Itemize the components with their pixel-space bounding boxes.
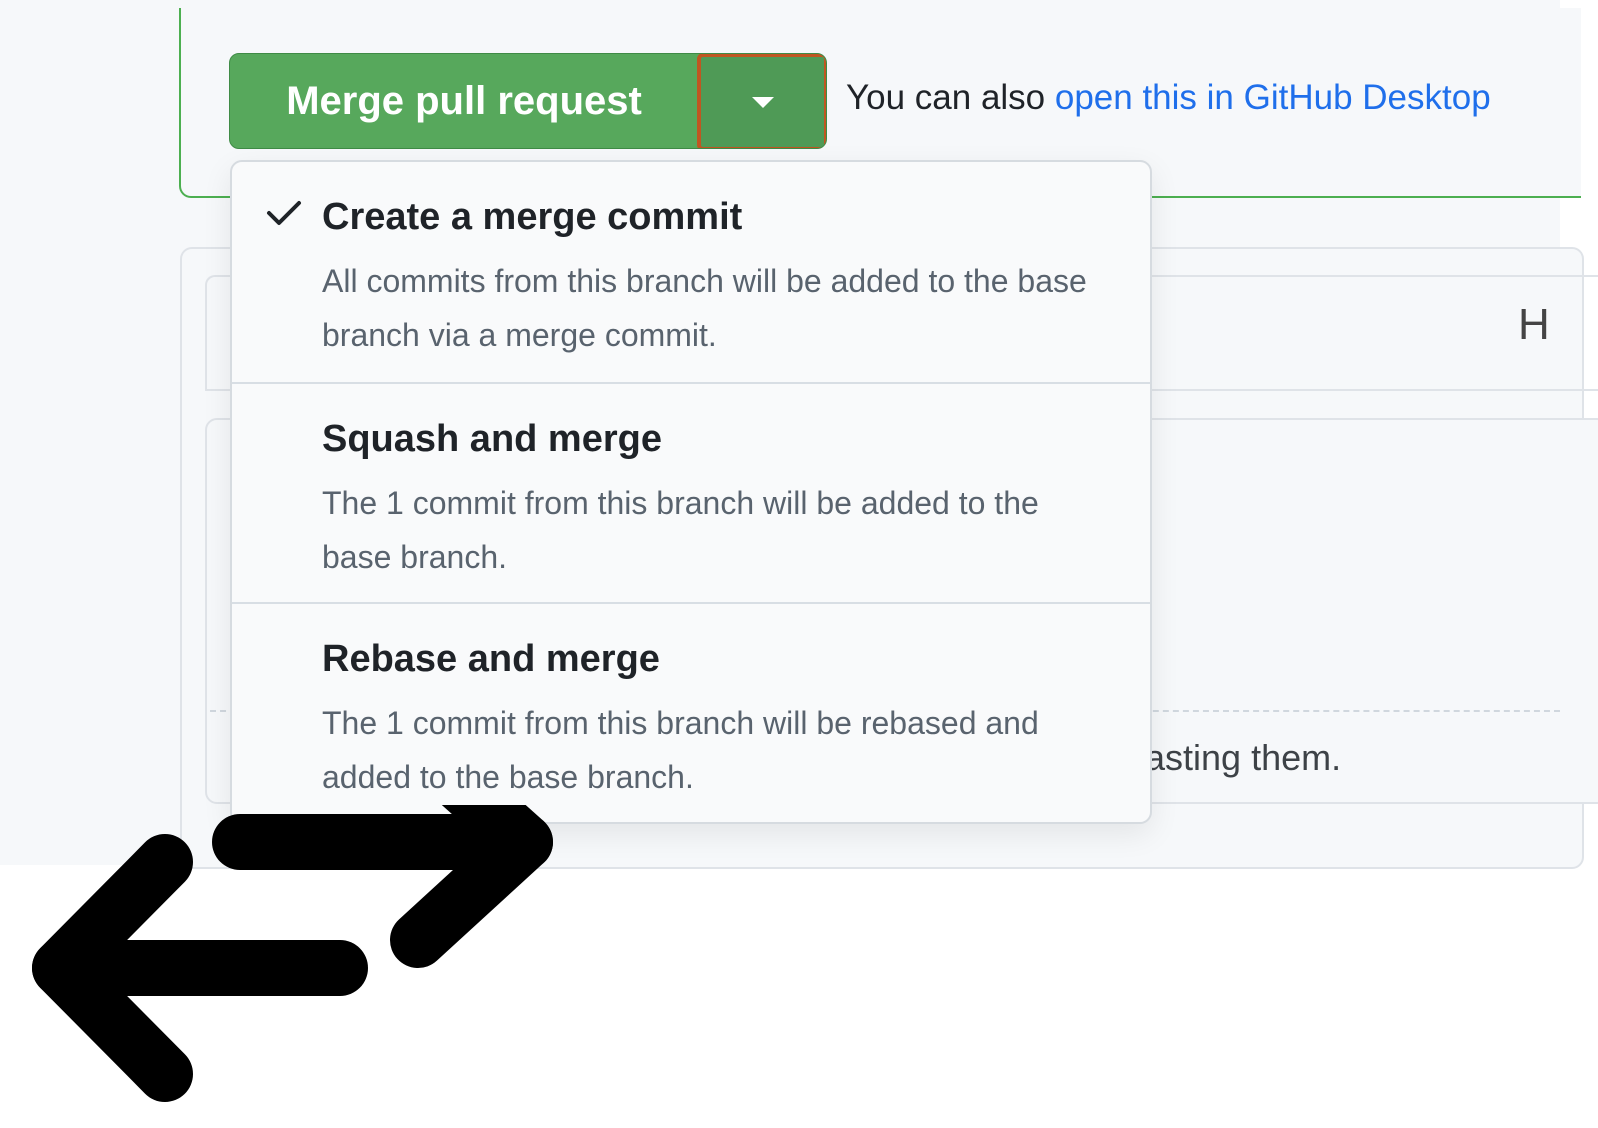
menu-item-create-merge-commit[interactable]: Create a merge commit All commits from t… (232, 162, 1150, 382)
menu-item-description: The 1 commit from this branch will be ad… (322, 485, 1039, 575)
checkmark-icon (267, 201, 301, 225)
github-desktop-hint: You can also open this in GitHub Desktop (846, 78, 1491, 118)
also-text: You can also (846, 78, 1055, 117)
menu-item-rebase-and-merge[interactable]: Rebase and merge The 1 commit from this … (232, 602, 1150, 822)
menu-item-title: Create a merge commit (322, 196, 743, 238)
merge-method-menu: Create a merge commit All commits from t… (230, 160, 1152, 824)
swap-arrows-icon (32, 805, 553, 1102)
merge-pull-request-button[interactable]: Merge pull request (230, 54, 698, 148)
menu-item-title: Rebase and merge (322, 638, 660, 680)
partial-heading: H (1518, 300, 1550, 349)
merge-button-group: Merge pull request (229, 53, 827, 149)
menu-item-description: All commits from this branch will be add… (322, 263, 1087, 353)
menu-item-title: Squash and merge (322, 418, 662, 460)
open-in-desktop-link[interactable]: open this in GitHub Desktop (1055, 78, 1491, 117)
menu-item-squash-and-merge[interactable]: Squash and merge The 1 commit from this … (232, 382, 1150, 604)
chevron-down-icon (751, 96, 774, 108)
partial-background-text: asting them. (1145, 737, 1342, 778)
menu-item-description: The 1 commit from this branch will be re… (322, 705, 1039, 795)
merge-method-dropdown-toggle[interactable] (697, 54, 826, 148)
